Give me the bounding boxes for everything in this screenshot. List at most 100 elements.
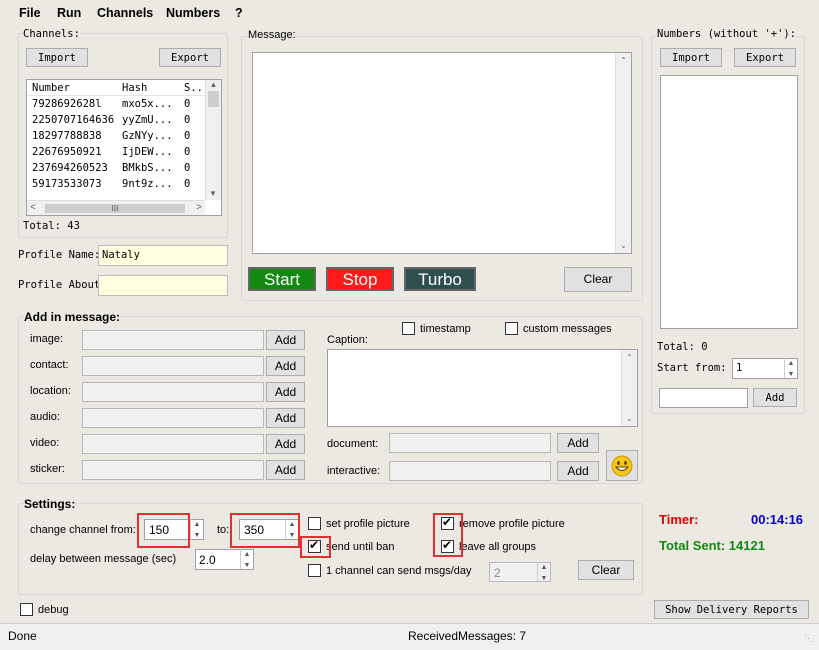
- scroll-up-icon[interactable]: ▲: [206, 80, 221, 89]
- channels-rows: 7928692628l mxo5x... 0 2250707164636 yyZmU..…: [27, 97, 205, 193]
- add-row-input[interactable]: [82, 408, 264, 428]
- add-row-input[interactable]: [82, 382, 264, 402]
- message-textarea[interactable]: ⌃ ⌄: [252, 52, 632, 254]
- document-input[interactable]: [389, 433, 551, 453]
- emoji-button[interactable]: [606, 450, 638, 481]
- scroll-down-icon[interactable]: ▼: [209, 189, 217, 198]
- document-add-button[interactable]: Add: [557, 433, 599, 453]
- column-header-status[interactable]: S..: [184, 82, 203, 94]
- scroll-up-icon[interactable]: ⌃: [622, 353, 637, 362]
- add-row-button[interactable]: Add: [266, 330, 305, 350]
- caption-vscroll[interactable]: ⌃ ⌄: [621, 350, 637, 426]
- menu-channels[interactable]: Channels: [97, 6, 153, 20]
- interactive-input[interactable]: [389, 461, 551, 481]
- highlight-remove-leave: [433, 513, 463, 557]
- settings-clear-button[interactable]: Clear: [578, 560, 634, 580]
- start-from-input[interactable]: 1 ▲ ▼: [732, 358, 798, 379]
- table-row[interactable]: 18297788838 GzNYy... 0: [27, 129, 205, 145]
- spin-up-icon[interactable]: ▲: [785, 358, 797, 369]
- set-profile-picture-checkbox[interactable]: [308, 517, 321, 530]
- number-add-button[interactable]: Add: [753, 388, 797, 407]
- menu-run[interactable]: Run: [57, 6, 81, 20]
- number-add-input[interactable]: [659, 388, 748, 408]
- add-row-button[interactable]: Add: [266, 408, 305, 428]
- add-row-button[interactable]: Add: [266, 434, 305, 454]
- spin-down-icon[interactable]: ▼: [538, 573, 550, 584]
- spin-up-icon[interactable]: ▲: [241, 549, 253, 560]
- profile-name-input[interactable]: Nataly: [98, 245, 228, 266]
- one-channel-checkbox[interactable]: [308, 564, 321, 577]
- channels-import-button[interactable]: Import: [26, 48, 88, 67]
- delay-input[interactable]: 2.0 ▲ ▼: [195, 549, 254, 570]
- menu-numbers[interactable]: Numbers: [166, 6, 220, 20]
- stop-button[interactable]: Stop: [326, 267, 394, 291]
- scroll-right-icon[interactable]: >: [196, 202, 202, 213]
- interactive-label: interactive:: [327, 465, 381, 477]
- add-row-button[interactable]: Add: [266, 382, 305, 402]
- table-row[interactable]: 7928692628l mxo5x... 0: [27, 97, 205, 113]
- message-clear-button[interactable]: Clear: [564, 267, 632, 292]
- profile-about-input[interactable]: [98, 275, 228, 296]
- add-row-input[interactable]: [82, 356, 264, 376]
- message-vscroll[interactable]: ⌃ ⌄: [615, 53, 631, 253]
- add-row-label: image:: [30, 333, 64, 345]
- table-cell: 9nt9z...: [122, 178, 173, 190]
- add-row-input[interactable]: [82, 460, 264, 480]
- column-header-hash[interactable]: Hash: [122, 82, 147, 94]
- numbers-export-button[interactable]: Export: [734, 48, 796, 67]
- table-cell: 7928692628l: [32, 98, 102, 110]
- one-channel-value: 2: [494, 566, 501, 580]
- menu-file[interactable]: File: [19, 6, 41, 20]
- resize-grip-icon[interactable]: ⋱: [804, 633, 813, 644]
- highlight-from: [137, 513, 190, 548]
- debug-checkbox[interactable]: [20, 603, 33, 616]
- channels-table[interactable]: Number Hash S.. 7928692628l mxo5x... 0 2250…: [26, 79, 222, 216]
- start-from-label: Start from:: [657, 362, 727, 374]
- table-row[interactable]: 2250707164636 yyZmU... 0: [27, 113, 205, 129]
- scroll-thumb[interactable]: [208, 91, 219, 107]
- table-row[interactable]: 59173533073 9nt9z... 0: [27, 177, 205, 193]
- channels-table-header: Number Hash S..: [27, 80, 205, 96]
- interactive-add-button[interactable]: Add: [557, 461, 599, 481]
- message-title: Message:: [248, 29, 296, 41]
- scroll-down-icon[interactable]: ⌄: [620, 241, 627, 250]
- timestamp-checkbox[interactable]: [402, 322, 415, 335]
- show-delivery-reports-button[interactable]: Show Delivery Reports: [654, 600, 809, 619]
- turbo-button[interactable]: Turbo: [404, 267, 476, 291]
- table-cell: GzNYy...: [122, 130, 173, 142]
- add-row-button[interactable]: Add: [266, 460, 305, 480]
- add-row-input[interactable]: [82, 330, 264, 350]
- spin-down-icon[interactable]: ▼: [241, 560, 253, 571]
- hscroll-thumb[interactable]: III: [45, 204, 185, 213]
- add-row-button[interactable]: Add: [266, 356, 305, 376]
- table-cell: BMkbS...: [122, 162, 173, 174]
- spin-down-icon[interactable]: ▼: [191, 530, 203, 541]
- spin-up-icon[interactable]: ▲: [538, 562, 550, 573]
- one-channel-spinner[interactable]: ▲ ▼: [537, 562, 550, 584]
- delay-spinner[interactable]: ▲ ▼: [240, 549, 253, 569]
- menu-help[interactable]: ?: [235, 6, 243, 20]
- scroll-up-icon[interactable]: ⌃: [616, 56, 631, 65]
- spin-up-icon[interactable]: ▲: [191, 519, 203, 530]
- table-row[interactable]: 22676950921 IjDEW... 0: [27, 145, 205, 161]
- channels-vscroll[interactable]: ▲ ▼: [205, 80, 221, 200]
- column-header-number[interactable]: Number: [32, 82, 70, 94]
- table-cell: 59173533073: [32, 178, 102, 190]
- add-row-input[interactable]: [82, 434, 264, 454]
- spin-down-icon[interactable]: ▼: [785, 369, 797, 380]
- start-button[interactable]: Start: [248, 267, 316, 291]
- start-from-spinner[interactable]: ▲ ▼: [784, 358, 797, 378]
- custom-messages-checkbox[interactable]: [505, 322, 518, 335]
- numbers-list[interactable]: [660, 75, 798, 329]
- scroll-left-icon[interactable]: <: [30, 202, 36, 213]
- numbers-import-button[interactable]: Import: [660, 48, 722, 67]
- scroll-down-icon[interactable]: ⌄: [626, 414, 633, 423]
- change-from-spinner[interactable]: ▲ ▼: [190, 519, 203, 539]
- table-row[interactable]: 237694260523 BMkbS... 0: [27, 161, 205, 177]
- channels-hscroll[interactable]: < III >: [27, 200, 205, 215]
- set-profile-picture-label: set profile picture: [326, 518, 410, 530]
- one-channel-input[interactable]: 2 ▲ ▼: [489, 562, 551, 582]
- caption-textarea[interactable]: ⌃ ⌄: [327, 349, 638, 427]
- channels-export-button[interactable]: Export: [159, 48, 221, 67]
- menu-bar: File Run Channels Numbers ?: [0, 0, 819, 26]
